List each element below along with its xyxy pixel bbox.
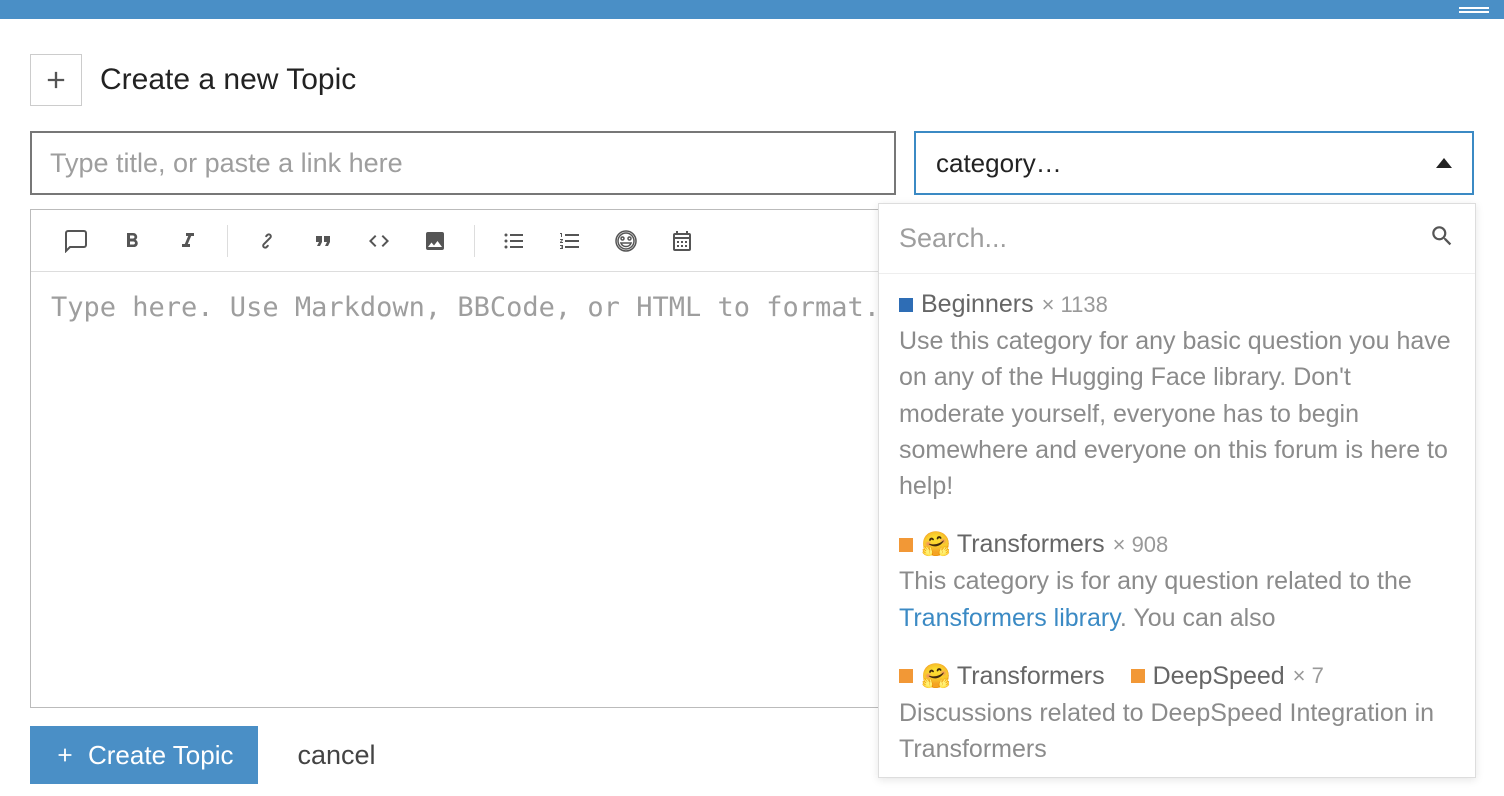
code-icon[interactable] [352, 219, 406, 263]
category-count: × 908 [1113, 532, 1169, 558]
reply-icon[interactable] [49, 219, 103, 263]
category-item-beginners[interactable]: Beginners × 1138 Use this category for a… [879, 274, 1475, 514]
category-name: Transformers [957, 530, 1105, 559]
category-select-label: category… [936, 148, 1062, 179]
grip-icon[interactable] [1459, 7, 1489, 13]
new-topic-icon-box [30, 54, 82, 106]
category-description: Use this category for any basic question… [899, 323, 1455, 504]
category-count: × 1138 [1042, 292, 1108, 318]
category-description: This category is for any question relate… [899, 563, 1455, 636]
number-list-icon[interactable] [543, 219, 597, 263]
category-list[interactable]: Beginners × 1138 Use this category for a… [879, 274, 1475, 777]
composer-top-bar [0, 0, 1504, 19]
category-select[interactable]: category… [914, 131, 1474, 195]
hugging-face-emoji: 🤗 [921, 662, 951, 691]
title-row: category… [30, 131, 1474, 195]
category-description: Discussions related to DeepSpeed Integra… [899, 695, 1455, 768]
subcategory-name: DeepSpeed [1153, 662, 1285, 691]
create-topic-button[interactable]: Create Topic [30, 726, 258, 784]
composer-header: Create a new Topic [30, 54, 1474, 106]
toolbar-separator [474, 225, 475, 257]
category-item-transformers[interactable]: 🤗 Transformers × 908 This category is fo… [879, 514, 1475, 646]
emoji-icon[interactable] [599, 219, 653, 263]
plus-icon [42, 66, 70, 94]
category-color-badge [899, 669, 913, 683]
category-color-badge [899, 538, 913, 552]
quote-icon[interactable] [296, 219, 350, 263]
transformers-library-link[interactable]: Transformers library [899, 604, 1120, 632]
create-topic-label: Create Topic [88, 740, 234, 771]
search-icon [1429, 223, 1455, 254]
category-item-deepspeed[interactable]: 🤗 Transformers DeepSpeed × 7 Discussions… [879, 646, 1475, 778]
caret-up-icon [1436, 158, 1452, 168]
italic-icon[interactable] [161, 219, 215, 263]
category-search-input[interactable] [899, 223, 1429, 254]
subcategory-color-badge [1131, 669, 1145, 683]
link-icon[interactable] [240, 219, 294, 263]
image-icon[interactable] [408, 219, 462, 263]
topic-title-input[interactable] [30, 131, 896, 195]
calendar-icon[interactable] [655, 219, 709, 263]
category-search-row [879, 204, 1475, 274]
category-name: Beginners [921, 290, 1034, 319]
toolbar-separator [227, 225, 228, 257]
composer-title: Create a new Topic [100, 63, 356, 97]
cancel-link[interactable]: cancel [298, 740, 376, 771]
category-count: × 7 [1293, 663, 1324, 689]
category-name: Transformers [957, 662, 1105, 691]
hugging-face-emoji: 🤗 [921, 530, 951, 559]
category-dropdown: Beginners × 1138 Use this category for a… [878, 203, 1476, 778]
plus-icon [54, 744, 76, 766]
bullet-list-icon[interactable] [487, 219, 541, 263]
bold-icon[interactable] [105, 219, 159, 263]
category-color-badge [899, 298, 913, 312]
